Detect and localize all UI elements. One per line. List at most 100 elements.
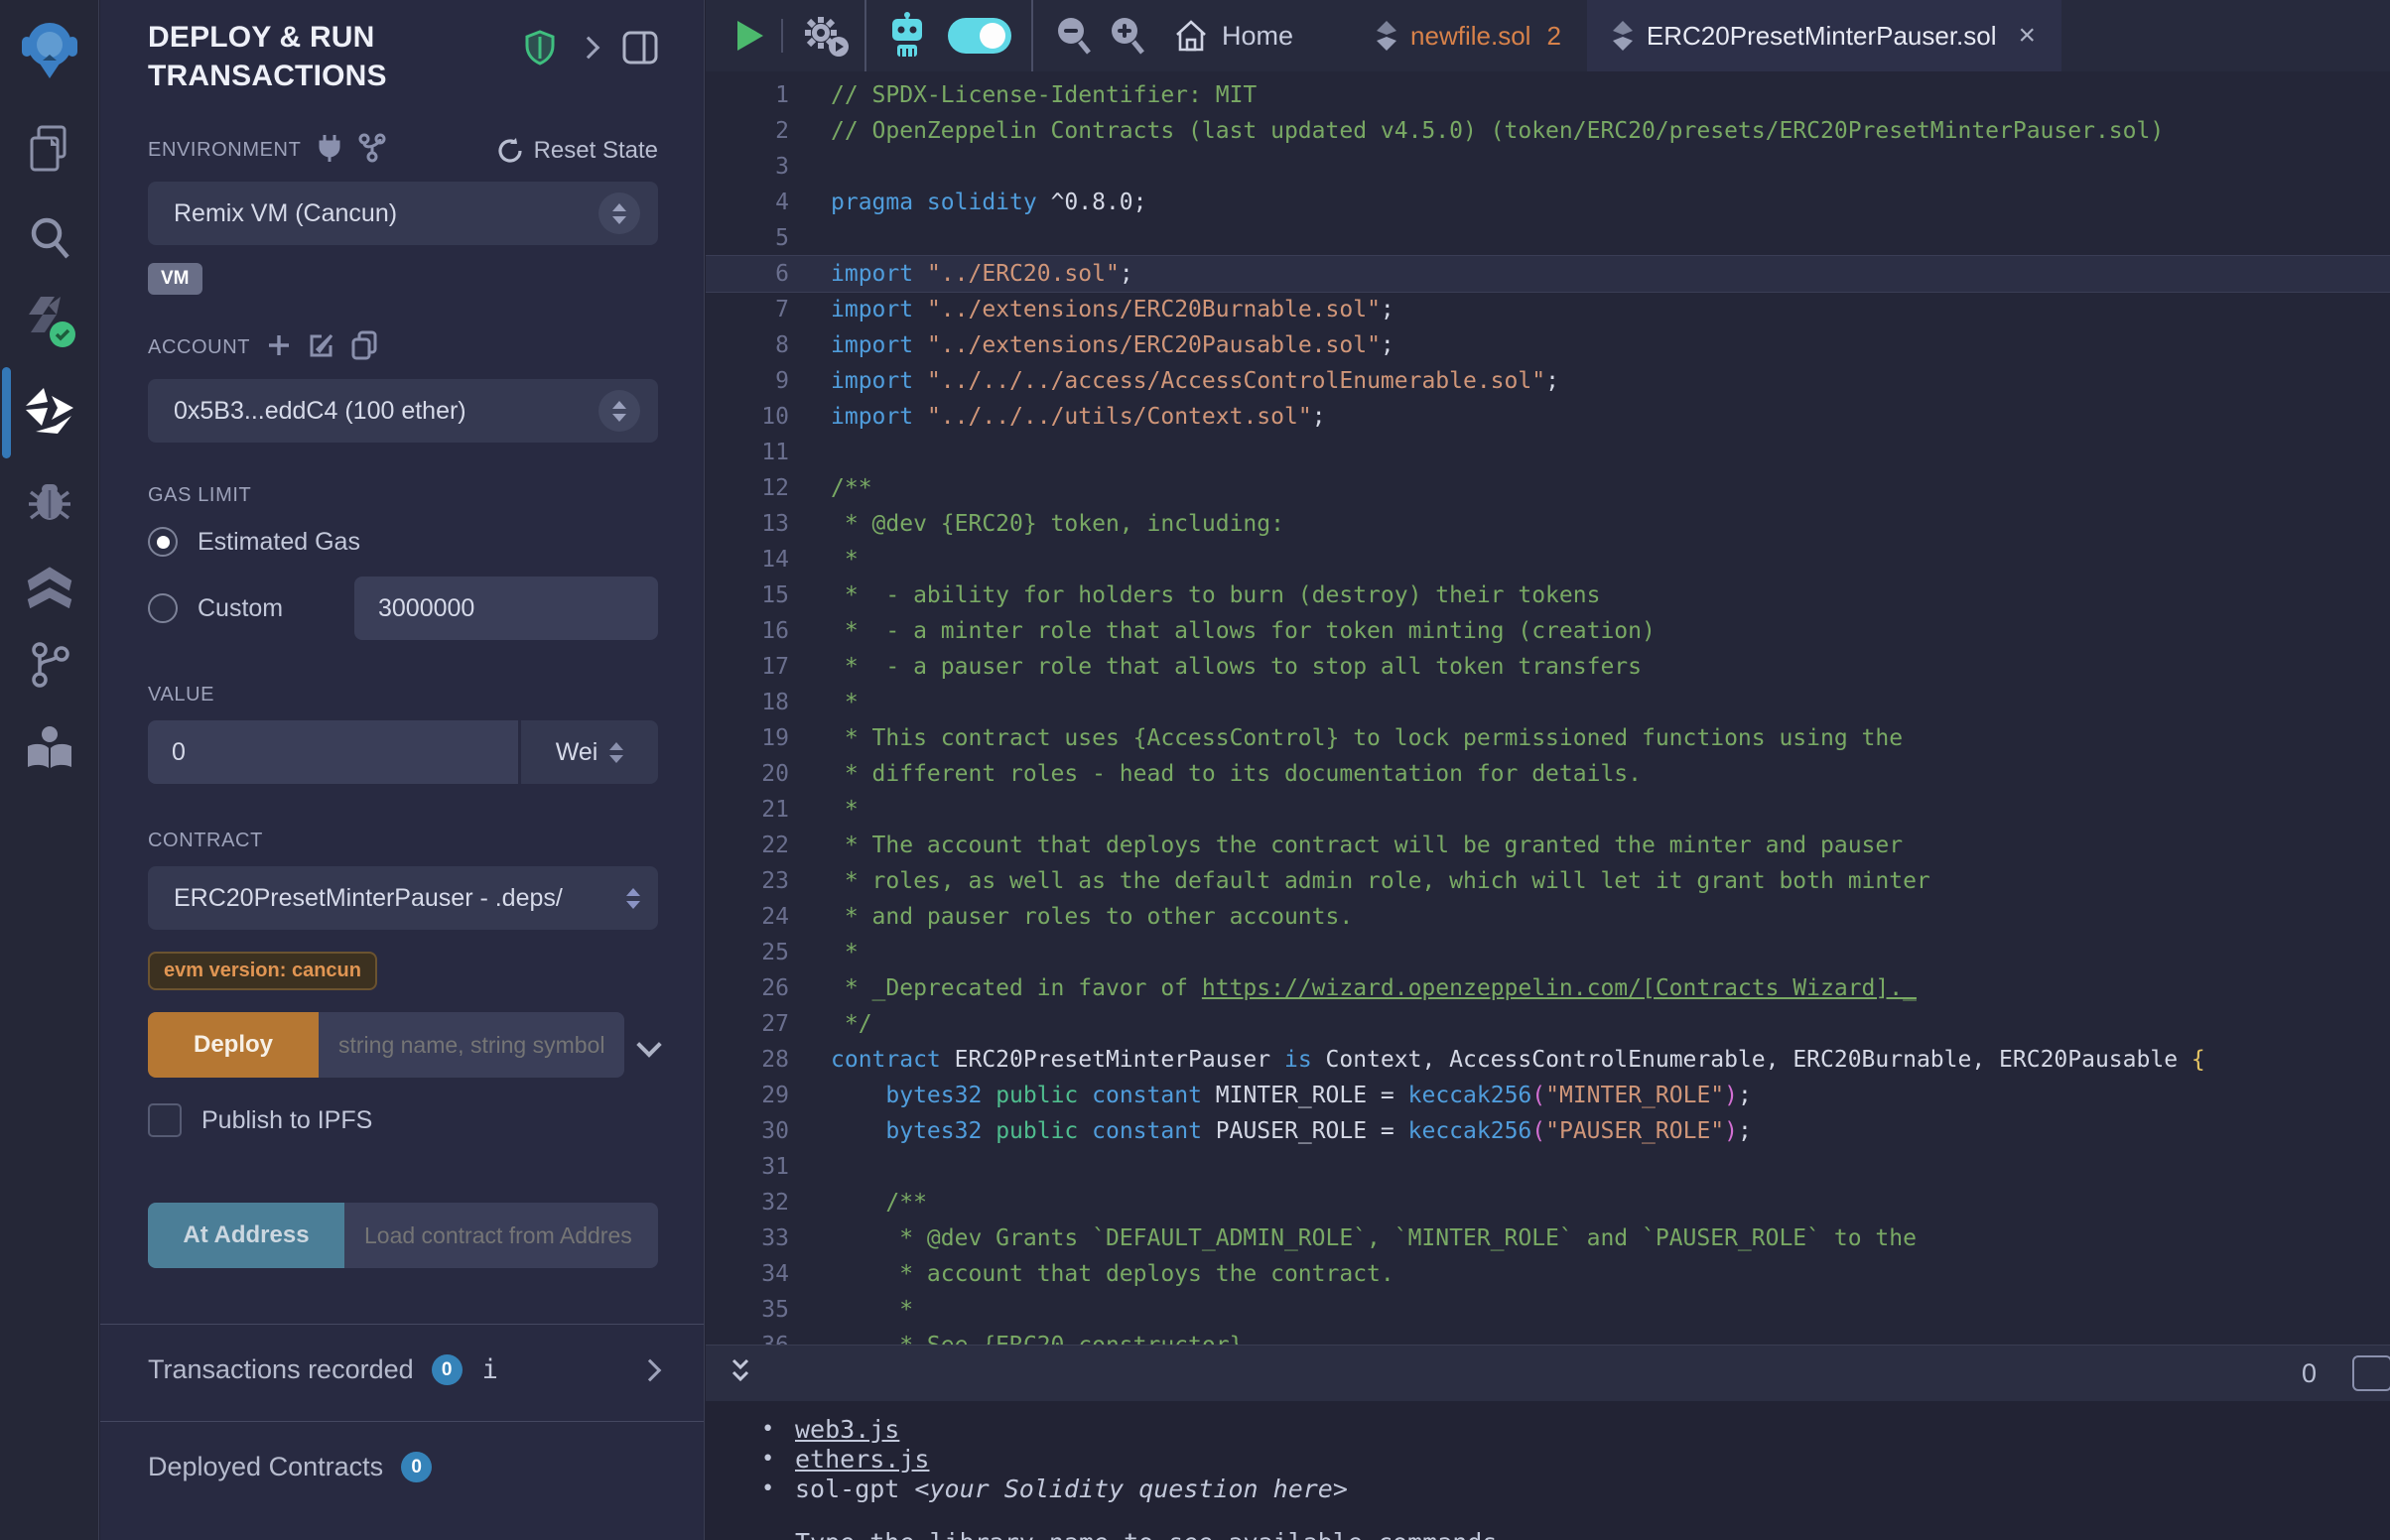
code-line-21[interactable]: 21 * <box>706 792 2390 828</box>
chevron-right-icon[interactable] <box>639 1358 662 1381</box>
line-number: 27 <box>706 1006 831 1042</box>
code-line-5[interactable]: 5 <box>706 220 2390 256</box>
code-line-30[interactable]: 30 bytes32 public constant PAUSER_ROLE =… <box>706 1113 2390 1149</box>
at-address-input[interactable] <box>344 1203 658 1268</box>
terminal-collapse-icon[interactable] <box>726 1354 755 1393</box>
deployed-contracts-section[interactable]: Deployed Contracts 0 <box>148 1422 658 1512</box>
file-explorer-icon[interactable] <box>0 117 99 181</box>
code-line-1[interactable]: 1// SPDX-License-Identifier: MIT <box>706 77 2390 113</box>
estimated-gas-radio[interactable] <box>148 527 178 557</box>
page-title: DEPLOY & RUN TRANSACTIONS <box>148 18 475 95</box>
line-content: * The account that deploys the contract … <box>831 828 2390 863</box>
tab-close-icon[interactable] <box>2019 21 2037 51</box>
transactions-recorded-section[interactable]: Transactions recorded 0 i <box>148 1325 658 1415</box>
code-line-12[interactable]: 12/** <box>706 470 2390 506</box>
run-script-icon[interactable] <box>735 0 765 71</box>
expand-constructor-icon[interactable] <box>636 1032 661 1057</box>
fork-environment-icon[interactable] <box>358 133 386 168</box>
code-line-33[interactable]: 33 * @dev Grants `DEFAULT_ADMIN_ROLE`, `… <box>706 1220 2390 1256</box>
remix-ai-icon[interactable] <box>884 0 930 71</box>
add-account-icon[interactable] <box>266 332 292 363</box>
custom-gas-input[interactable] <box>354 577 658 640</box>
code-line-32[interactable]: 32 /** <box>706 1185 2390 1220</box>
code-line-11[interactable]: 11 <box>706 435 2390 470</box>
terminal-listen-checkbox[interactable] <box>2352 1355 2390 1391</box>
value-input[interactable] <box>148 720 518 784</box>
line-number: 10 <box>706 399 831 435</box>
terminal-list-item[interactable]: ethers.js <box>761 1445 2390 1475</box>
git-icon[interactable] <box>0 633 99 697</box>
at-address-button[interactable]: At Address <box>148 1203 344 1268</box>
learneth-icon[interactable] <box>0 716 99 780</box>
code-line-19[interactable]: 19 * This contract uses {AccessControl} … <box>706 720 2390 756</box>
static-analysis-icon[interactable] <box>0 554 99 617</box>
line-number: 4 <box>706 185 831 220</box>
code-line-4[interactable]: 4pragma solidity ^0.8.0; <box>706 185 2390 220</box>
info-icon[interactable]: i <box>482 1354 498 1385</box>
zoom-in-icon[interactable] <box>1109 0 1146 71</box>
code-line-8[interactable]: 8import "../extensions/ERC20Pausable.sol… <box>706 327 2390 363</box>
code-line-2[interactable]: 2// OpenZeppelin Contracts (last updated… <box>706 113 2390 149</box>
code-line-27[interactable]: 27 */ <box>706 1006 2390 1042</box>
deployed-count-badge: 0 <box>401 1452 432 1482</box>
code-area[interactable]: 1// SPDX-License-Identifier: MIT2// Open… <box>706 71 2390 1345</box>
publish-ipfs-label: Publish to IPFS <box>201 1106 372 1135</box>
code-line-13[interactable]: 13 * @dev {ERC20} token, including: <box>706 506 2390 542</box>
ai-toggle-switch[interactable] <box>948 0 1011 71</box>
home-tab[interactable]: Home <box>1174 19 1293 53</box>
contract-label: CONTRACT <box>148 830 263 851</box>
code-line-15[interactable]: 15 * - ability for holders to burn (dest… <box>706 578 2390 613</box>
account-select[interactable]: 0x5B3...eddC4 (100 ether) <box>148 379 658 443</box>
deploy-button[interactable]: Deploy <box>148 1012 319 1078</box>
value-unit-select[interactable]: Wei <box>521 720 658 784</box>
code-line-17[interactable]: 17 * - a pauser role that allows to stop… <box>706 649 2390 685</box>
home-icon <box>1174 19 1208 53</box>
code-line-6[interactable]: 6import "../ERC20.sol"; <box>706 256 2390 292</box>
settings-icon[interactable] <box>0 1516 99 1540</box>
code-line-24[interactable]: 24 * and pauser roles to other accounts. <box>706 899 2390 935</box>
code-line-36[interactable]: 36 * See {ERC20-constructor}. <box>706 1328 2390 1345</box>
tab-newfile[interactable]: newfile.sol 2 <box>1351 0 1587 71</box>
custom-gas-radio[interactable] <box>148 593 178 623</box>
code-line-10[interactable]: 10import "../../../utils/Context.sol"; <box>706 399 2390 435</box>
code-line-23[interactable]: 23 * roles, as well as the default admin… <box>706 863 2390 899</box>
search-icon[interactable] <box>0 206 99 270</box>
line-content: * See {ERC20-constructor}. <box>831 1328 2390 1345</box>
pin-panel-icon[interactable] <box>622 31 658 69</box>
code-line-9[interactable]: 9import "../../../access/AccessControlEn… <box>706 363 2390 399</box>
reset-state-button[interactable]: Reset State <box>496 137 658 165</box>
code-line-22[interactable]: 22 * The account that deploys the contra… <box>706 828 2390 863</box>
expand-panel-icon[interactable] <box>581 40 597 61</box>
code-line-16[interactable]: 16 * - a minter role that allows for tok… <box>706 613 2390 649</box>
line-content: import "../extensions/ERC20Burnable.sol"… <box>831 292 2390 327</box>
code-line-31[interactable]: 31 <box>706 1149 2390 1185</box>
edit-account-icon[interactable] <box>308 331 335 364</box>
terminal-list-item[interactable]: web3.js <box>761 1415 2390 1445</box>
code-line-18[interactable]: 18 * <box>706 685 2390 720</box>
deploy-run-icon[interactable] <box>0 381 99 445</box>
zoom-out-icon[interactable] <box>1055 0 1093 71</box>
deploy-args-input[interactable] <box>319 1012 624 1078</box>
code-line-35[interactable]: 35 * <box>706 1292 2390 1328</box>
environment-select[interactable]: Remix VM (Cancun) <box>148 182 658 245</box>
debugger-icon[interactable] <box>0 468 99 532</box>
tab-erc20presetminterpauser[interactable]: ERC20PresetMinterPauser.sol <box>1587 0 2061 71</box>
copy-account-icon[interactable] <box>351 330 377 365</box>
remix-logo[interactable] <box>0 18 99 81</box>
code-line-25[interactable]: 25 * <box>706 935 2390 970</box>
code-line-7[interactable]: 7import "../extensions/ERC20Burnable.sol… <box>706 292 2390 327</box>
code-line-3[interactable]: 3 <box>706 149 2390 185</box>
publish-ipfs-checkbox[interactable] <box>148 1103 182 1137</box>
code-line-14[interactable]: 14 * <box>706 542 2390 578</box>
code-line-29[interactable]: 29 bytes32 public constant MINTER_ROLE =… <box>706 1078 2390 1113</box>
solidity-compiler-icon[interactable] <box>0 290 99 353</box>
contract-select[interactable]: ERC20PresetMinterPauser - .deps/ <box>148 866 658 930</box>
code-line-34[interactable]: 34 * account that deploys the contract. <box>706 1256 2390 1292</box>
compile-run-settings-icon[interactable] <box>799 0 851 71</box>
shield-icon[interactable] <box>525 30 555 70</box>
code-line-28[interactable]: 28contract ERC20PresetMinterPauser is Co… <box>706 1042 2390 1078</box>
code-line-26[interactable]: 26 * _Deprecated in favor of https://wiz… <box>706 970 2390 1006</box>
icon-rail <box>0 0 99 1540</box>
code-line-20[interactable]: 20 * different roles - head to its docum… <box>706 756 2390 792</box>
plug-icon[interactable] <box>317 133 342 168</box>
